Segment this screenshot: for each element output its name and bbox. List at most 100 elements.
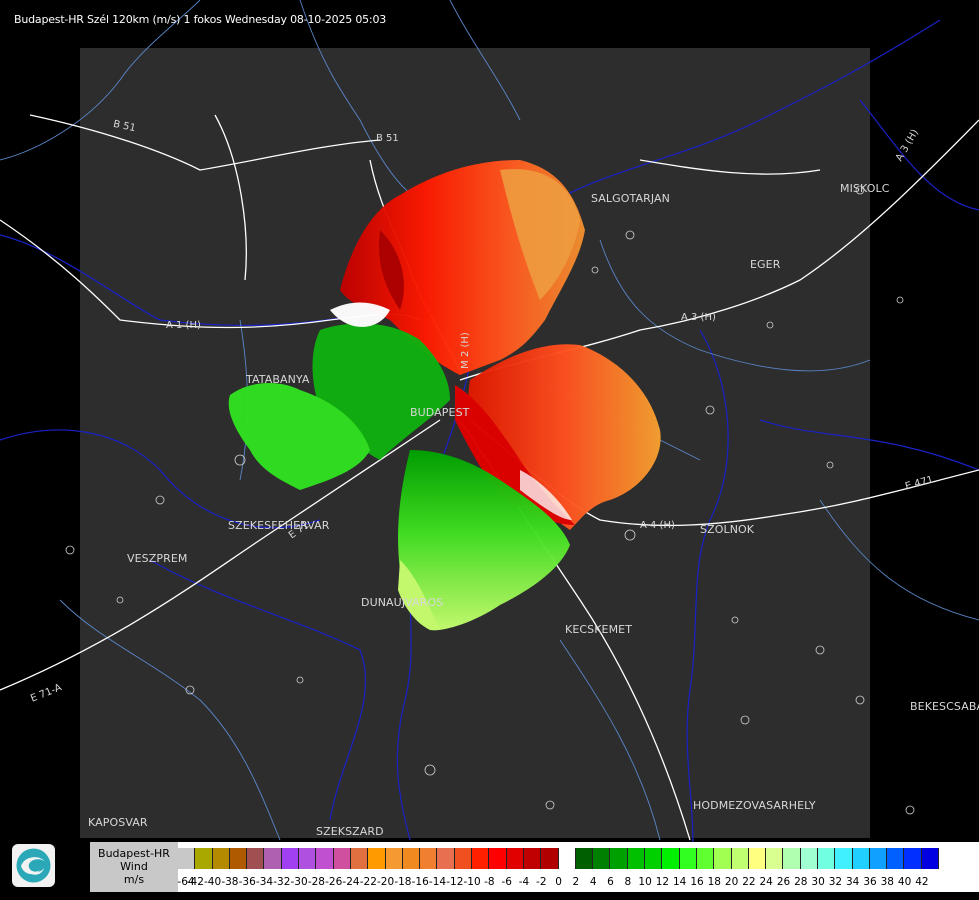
legend-tick-label: 30 <box>811 876 825 888</box>
legend-tick-label: 38 <box>880 876 894 888</box>
legend-swatch <box>800 848 818 869</box>
legend-tick-label: -24 <box>342 876 360 888</box>
city-label-kecskemet: KECSKEMET <box>565 623 633 636</box>
legend-tick-label: 18 <box>707 876 721 888</box>
legend-swatch <box>869 848 888 869</box>
legend-tick-label: 10 <box>638 876 652 888</box>
legend-swatch <box>489 848 507 869</box>
legend-tick-label: 4 <box>589 876 597 888</box>
legend-tick-label: 6 <box>607 876 614 888</box>
legend-tick-label: -4 <box>518 876 530 888</box>
legend-swatch <box>645 848 663 869</box>
legend-swatch <box>229 848 248 869</box>
city-label-eger: EGER <box>750 258 781 271</box>
legend-swatch <box>593 848 611 869</box>
legend-swatch <box>247 848 265 869</box>
legend-tick-label: -14 <box>428 876 447 888</box>
legend-tick-label: -28 <box>307 876 325 888</box>
legend-tick-label: -34 <box>255 876 274 888</box>
city-label-szekesfehervar: SZEKESFEHERVAR <box>228 519 330 532</box>
road-label-b51-mid: B 51 <box>376 133 399 144</box>
legend-tick-label: 2 <box>572 876 580 888</box>
legend-swatch <box>316 848 334 869</box>
legend-swatch <box>281 848 300 869</box>
legend-unit: m/s <box>123 873 145 886</box>
legend-tick-label: 40 <box>897 876 912 888</box>
legend-swatch <box>299 848 317 869</box>
legend-tick-label: 26 <box>776 876 791 888</box>
road-label-a4: A 4 (H) <box>640 520 675 531</box>
legend-tick-label: -40 <box>204 876 222 888</box>
legend-swatch <box>766 848 784 869</box>
legend-swatch <box>212 848 230 869</box>
legend-tick-label: 32 <box>828 876 843 888</box>
legend-swatch <box>921 848 940 869</box>
road-label-m2: M 2 (H) <box>459 332 471 369</box>
legend-swatch <box>506 848 524 869</box>
legend-tick-label: -18 <box>394 876 412 888</box>
legend-tick-label: 16 <box>690 876 704 888</box>
legend-tick-label: -42 <box>186 876 204 888</box>
legend-swatch <box>454 848 473 869</box>
legend-swatch <box>195 848 213 869</box>
legend-swatch <box>748 848 767 869</box>
legend-station: Budapest-HR <box>98 847 170 860</box>
legend-tick-label: -30 <box>290 876 308 888</box>
legend-tick-label: 24 <box>759 876 773 888</box>
city-label-miskolc: MISKOLC <box>840 182 890 195</box>
legend-swatch <box>437 848 455 869</box>
legend-swatch <box>575 848 594 869</box>
legend-tick-label: 12 <box>655 876 670 888</box>
legend-tick-label: -36 <box>238 876 256 888</box>
legend-swatch <box>714 848 732 869</box>
legend-tick-label: -8 <box>484 876 495 888</box>
legend-swatch <box>523 848 542 869</box>
legend-swatch <box>904 848 922 869</box>
page-title: Budapest-HR Szél 120km (m/s) 1 fokos Wed… <box>14 13 387 26</box>
legend-tick-label: -22 <box>359 876 377 888</box>
legend-swatch <box>696 848 715 869</box>
legend-product: Wind <box>120 860 148 873</box>
legend-swatch <box>420 848 438 869</box>
legend-swatch <box>368 848 386 869</box>
legend-tick-label: 8 <box>624 876 632 888</box>
legend-swatches <box>178 848 940 870</box>
legend-swatch <box>627 848 646 869</box>
legend-tick-label: -26 <box>325 876 343 888</box>
legend-swatch <box>178 848 196 869</box>
legend-swatch <box>402 848 421 869</box>
legend-tick-label: -2 <box>536 876 547 888</box>
legend-tick-label: -38 <box>221 876 239 888</box>
road-label-a3: A 3 (H) <box>681 312 716 323</box>
legend-tick-label: 42 <box>915 876 929 888</box>
legend-swatch <box>835 848 853 869</box>
city-label-veszprem: VESZPREM <box>127 552 188 565</box>
road-label-a1: A 1 (H) <box>166 320 201 331</box>
legend-swatch <box>817 848 836 869</box>
legend-swatch <box>350 848 369 869</box>
city-label-budapest: BUDAPEST <box>410 406 470 419</box>
city-label-hodmezovasarhely: HODMEZOVASARHELY <box>693 799 816 812</box>
legend-tick-label: -10 <box>463 876 481 888</box>
legend-tick-label: 28 <box>794 876 808 888</box>
legend-swatch <box>610 848 628 869</box>
city-label-salgotarjan: SALGOTARJAN <box>591 192 670 205</box>
legend-swatch <box>852 848 870 869</box>
omsz-logo-icon <box>12 844 55 887</box>
legend-swatch <box>558 848 576 869</box>
radar-map <box>0 0 979 881</box>
legend-tick-label: 22 <box>742 876 756 888</box>
legend-swatch <box>887 848 905 869</box>
legend-tick-label: -16 <box>411 876 429 888</box>
legend-tick-label: 36 <box>863 876 877 888</box>
color-legend: Budapest-HR Wind m/s -64 -42 -40 -38 -36 -34-… <box>90 842 979 892</box>
legend-tick-label: 34 <box>846 876 860 888</box>
legend-tick-label: 20 <box>724 876 739 888</box>
legend-swatch <box>385 848 403 869</box>
legend-tick-label: -32 <box>273 876 291 888</box>
city-label-tatabanya: TATABANYA <box>246 373 310 386</box>
legend-swatch <box>333 848 351 869</box>
city-label-szekszard: SZEKSZARD <box>316 825 384 838</box>
legend-tick-label: -6 <box>501 876 512 888</box>
city-label-szolnok: SZOLNOK <box>700 523 755 536</box>
